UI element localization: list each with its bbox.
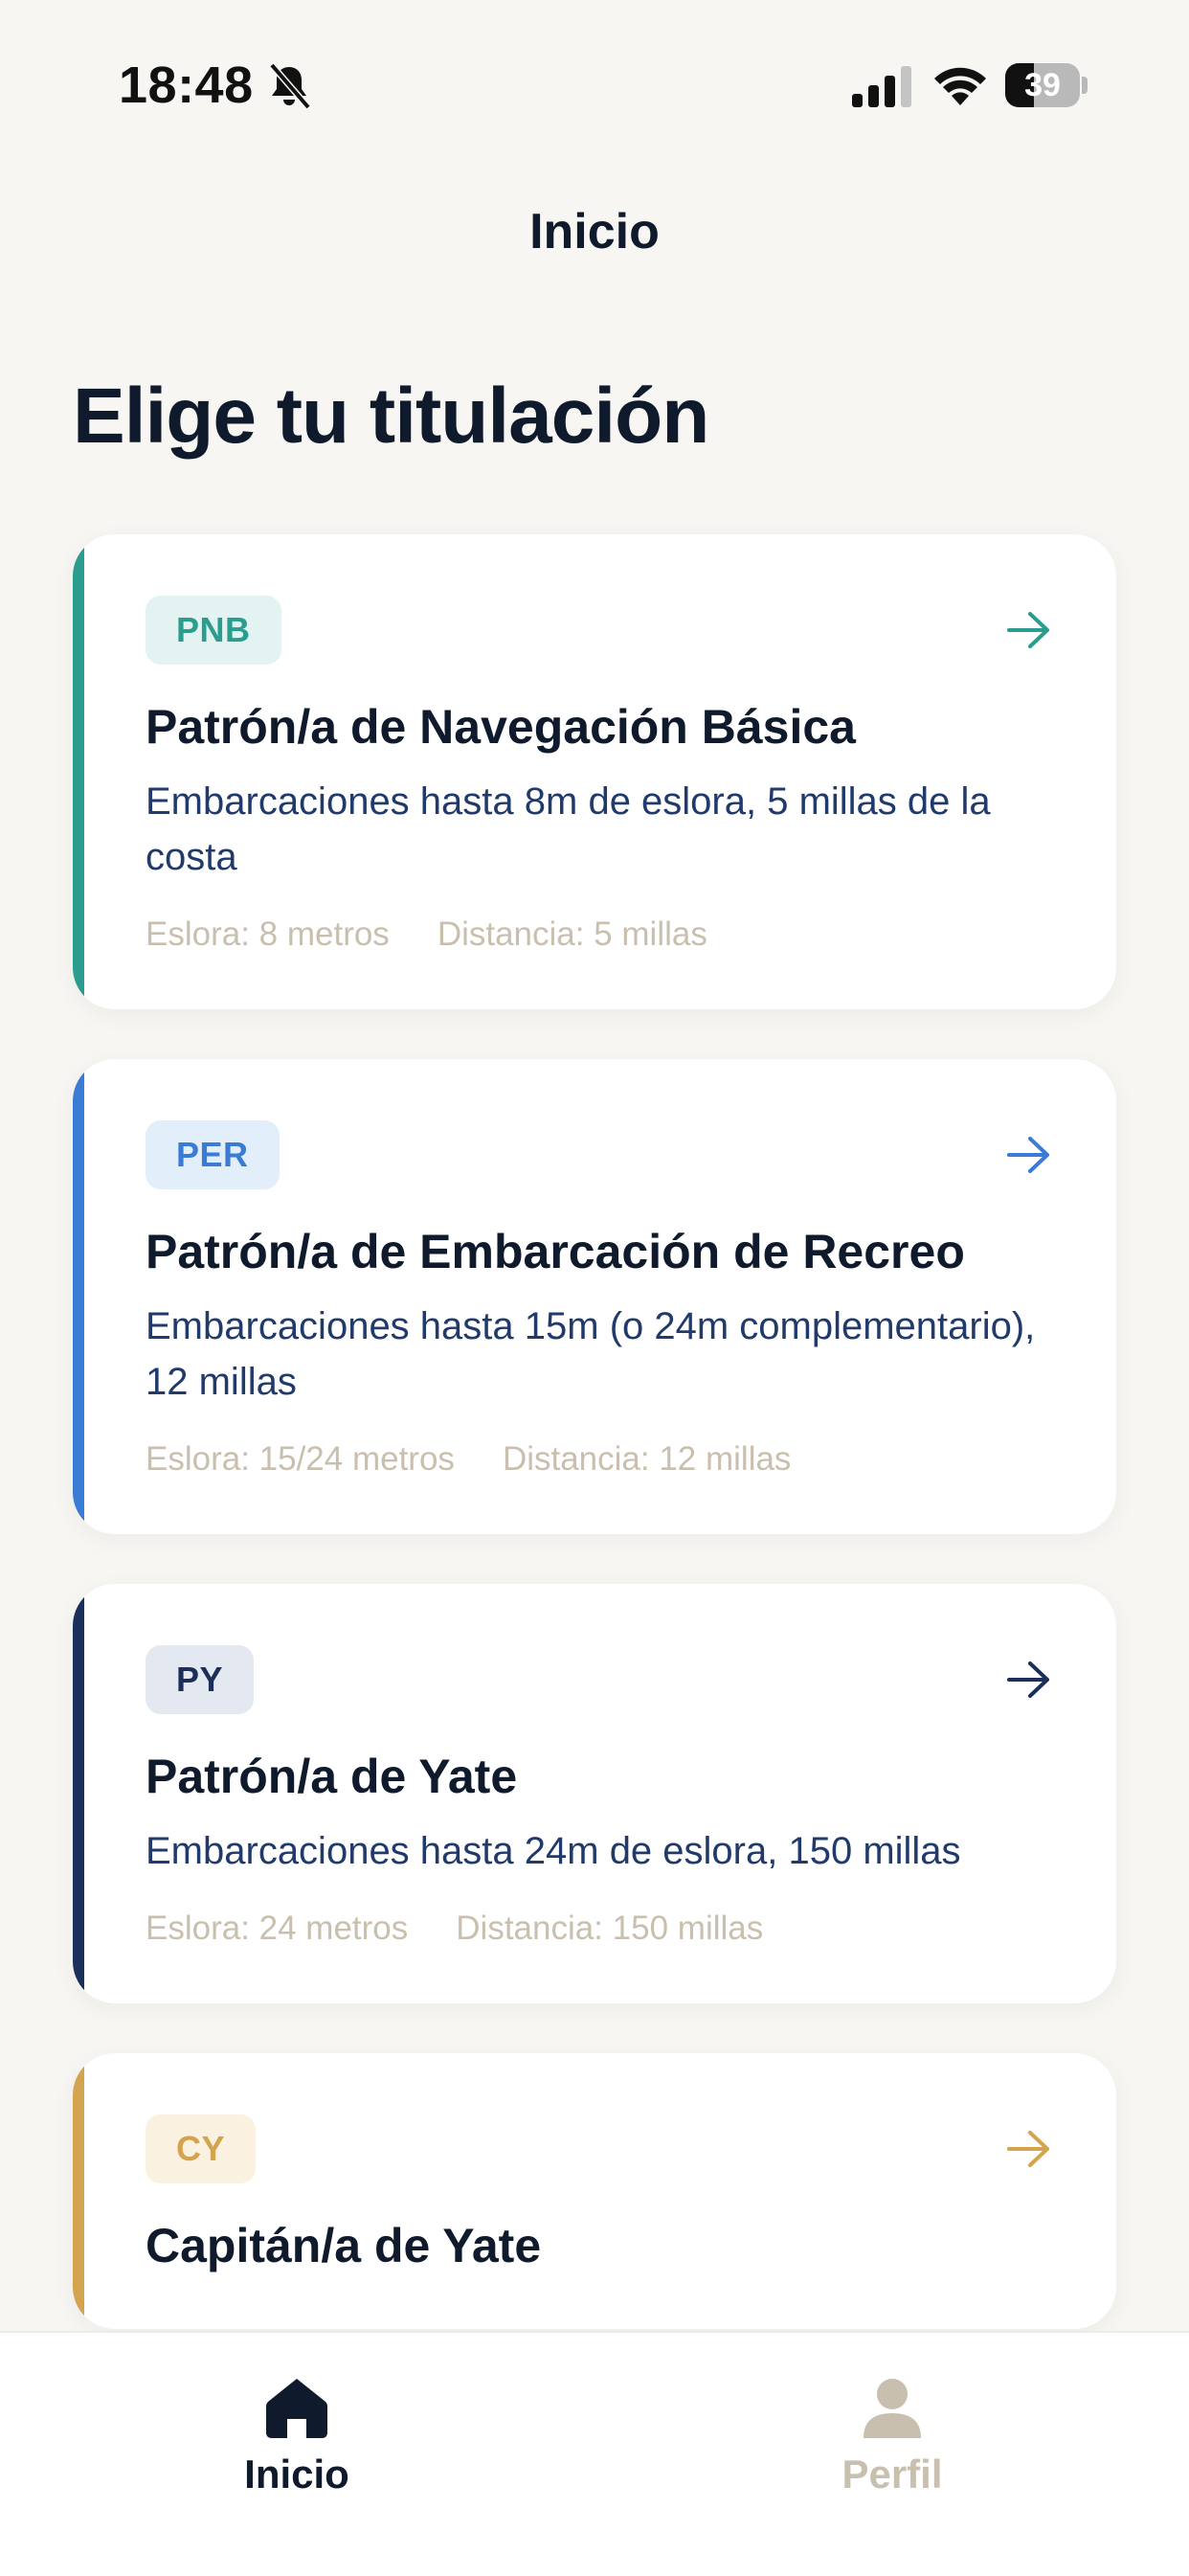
- tab-bar: Inicio Perfil: [0, 2331, 1189, 2576]
- battery-indicator: 39: [1005, 63, 1088, 107]
- arrow-right-icon[interactable]: [1005, 1134, 1053, 1176]
- status-bar: 18:48 39: [0, 0, 1189, 144]
- card-description: Embarcaciones hasta 15m (o 24m complemen…: [146, 1305, 1036, 1403]
- card-title: Patrón/a de Navegación Básica: [146, 700, 856, 754]
- card-meta: Eslora: 24 metros Distancia: 150 millas: [146, 1908, 1053, 1950]
- battery-level-text: 39: [1024, 67, 1061, 103]
- card-distance: Distancia: 5 millas: [437, 915, 707, 953]
- bell-muted-icon: [269, 62, 311, 110]
- card-meta: Eslora: 15/24 metros Distancia: 12 millas: [146, 1438, 1053, 1480]
- card-description: Embarcaciones hasta 8m de eslora, 5 mill…: [146, 780, 991, 878]
- certification-card-cy[interactable]: CY Capitán/a de Yate: [73, 2053, 1116, 2329]
- card-title: Capitán/a de Yate: [146, 2219, 542, 2272]
- home-icon: [266, 2379, 327, 2438]
- card-meta: Eslora: 8 metros Distancia: 5 millas: [146, 914, 1053, 956]
- nav-title: Inicio: [529, 204, 660, 260]
- certification-card-pnb[interactable]: PNB Patrón/a de Navegación Básica Embarc…: [73, 534, 1116, 1009]
- profile-icon: [864, 2379, 921, 2438]
- tab-label: Perfil: [841, 2452, 943, 2497]
- tab-perfil[interactable]: Perfil: [749, 2375, 1036, 2497]
- card-accent-bar: [73, 534, 84, 1009]
- status-time: 18:48: [119, 56, 254, 114]
- page-heading: Elige tu titulación: [73, 373, 709, 460]
- card-length: Eslora: 8 metros: [146, 915, 390, 953]
- card-badge: PY: [146, 1645, 255, 1714]
- card-length: Eslora: 24 metros: [146, 1909, 409, 1947]
- card-description: Embarcaciones hasta 24m de eslora, 150 m…: [146, 1830, 961, 1872]
- card-accent-bar: [73, 2053, 84, 2329]
- certification-list: PNB Patrón/a de Navegación Básica Embarc…: [73, 534, 1116, 2379]
- certification-card-per[interactable]: PER Patrón/a de Embarcación de Recreo Em…: [73, 1059, 1116, 1534]
- arrow-right-icon[interactable]: [1005, 609, 1053, 651]
- card-accent-bar: [73, 1584, 84, 2003]
- card-accent-bar: [73, 1059, 84, 1534]
- card-badge: PER: [146, 1120, 280, 1189]
- arrow-right-icon[interactable]: [1005, 1659, 1053, 1701]
- cellular-signal-icon: [852, 66, 911, 107]
- card-title: Patrón/a de Embarcación de Recreo: [146, 1225, 965, 1278]
- card-title: Patrón/a de Yate: [146, 1750, 518, 1803]
- card-length: Eslora: 15/24 metros: [146, 1440, 455, 1478]
- tab-inicio[interactable]: Inicio: [153, 2375, 440, 2497]
- card-badge: CY: [146, 2114, 257, 2183]
- tab-label: Inicio: [244, 2452, 349, 2497]
- card-distance: Distancia: 150 millas: [456, 1909, 764, 1947]
- arrow-right-icon[interactable]: [1005, 2128, 1053, 2170]
- wifi-icon: [934, 67, 986, 105]
- certification-card-py[interactable]: PY Patrón/a de Yate Embarcaciones hasta …: [73, 1584, 1116, 2003]
- card-badge: PNB: [146, 596, 281, 665]
- card-distance: Distancia: 12 millas: [502, 1440, 792, 1478]
